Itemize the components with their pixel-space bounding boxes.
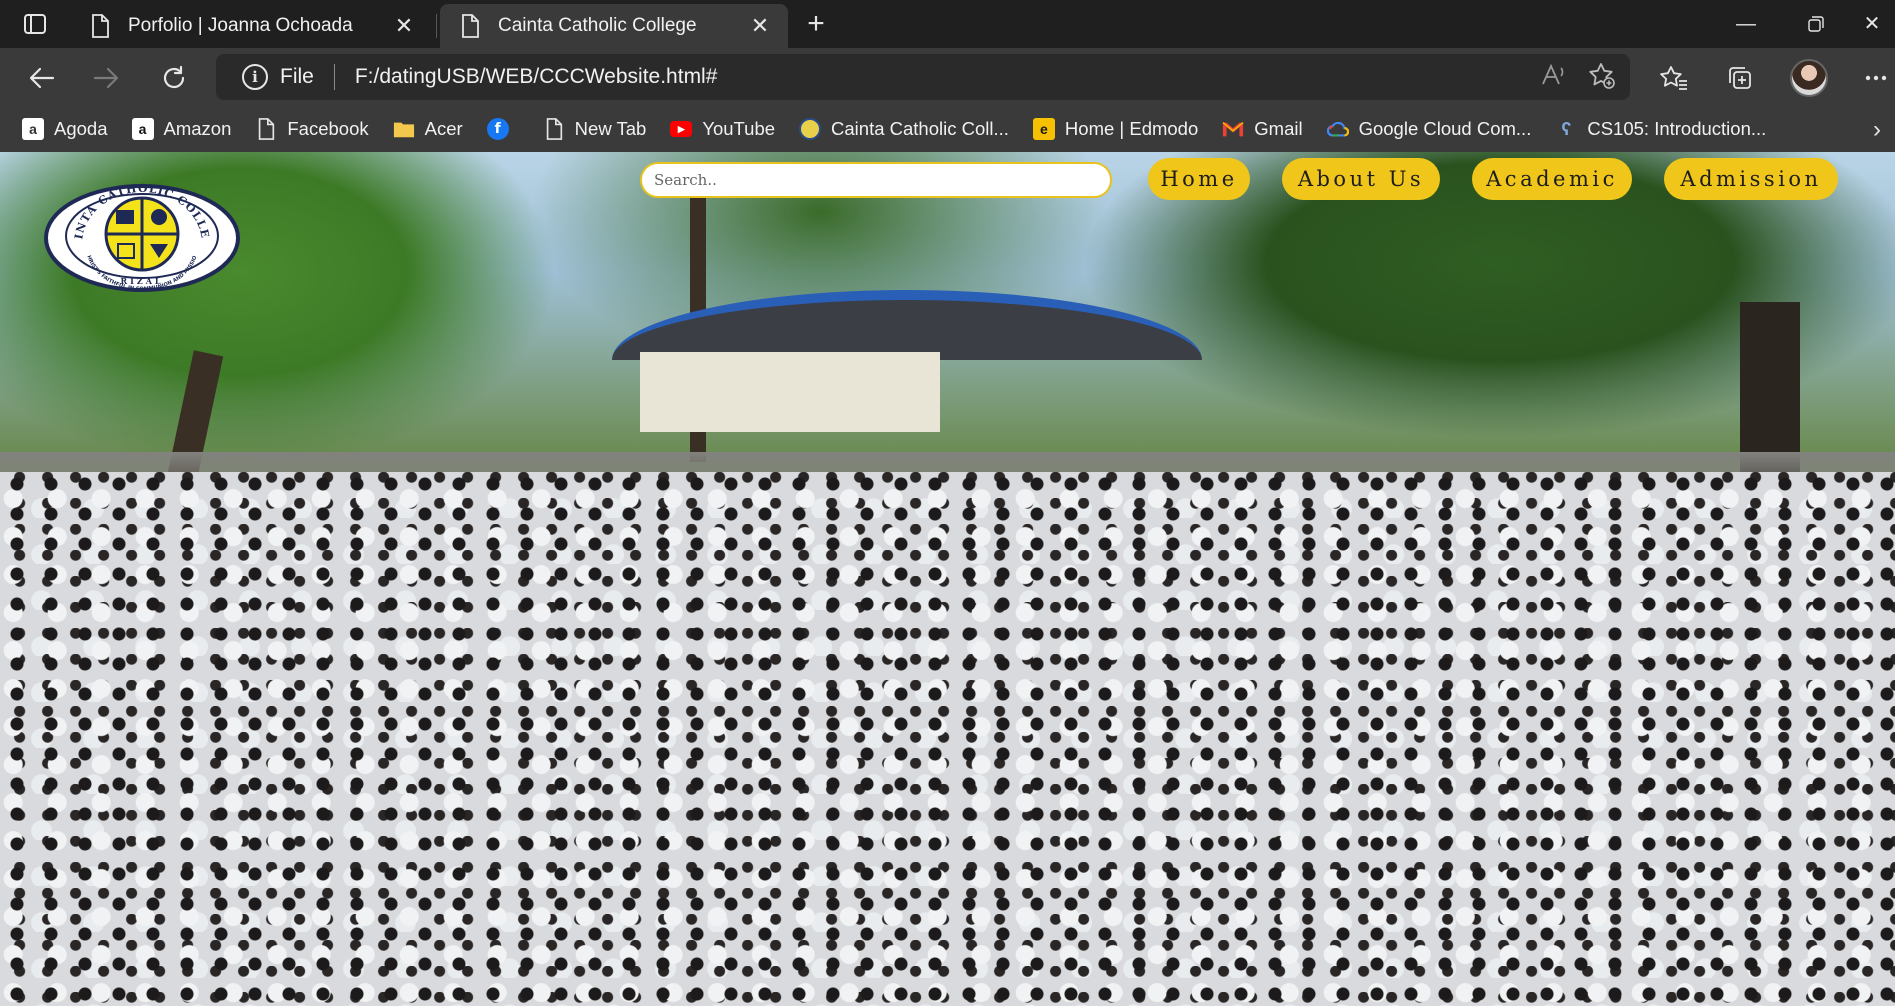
school-seal-icon — [799, 118, 822, 140]
nav-about-us-button[interactable]: About Us — [1282, 158, 1440, 200]
bookmark-amazon[interactable]: a Amazon — [131, 118, 232, 140]
bookmark-label: Amazon — [163, 118, 232, 139]
favorites-icon[interactable] — [1656, 60, 1692, 96]
nav-academic-button[interactable]: Academic — [1472, 158, 1632, 200]
profile-avatar[interactable] — [1790, 59, 1828, 97]
tab-cainta-catholic-college[interactable]: Cainta Catholic College ✕ — [440, 4, 788, 48]
bookmark-new-tab[interactable]: New Tab — [543, 118, 647, 140]
bookmark-cs105[interactable]: ʕ CS105: Introduction... — [1555, 118, 1766, 140]
search-input[interactable] — [640, 162, 1112, 198]
bookmark-cainta-catholic[interactable]: Cainta Catholic Coll... — [799, 118, 1009, 140]
bookmark-label: Home | Edmodo — [1064, 118, 1199, 139]
address-bar[interactable]: i File F:/datingUSB/WEB/CCCWebsite.html# — [216, 54, 1630, 100]
info-icon[interactable]: i — [242, 64, 268, 90]
close-icon[interactable]: ✕ — [750, 15, 770, 37]
bookmark-label: Facebook — [287, 118, 369, 139]
page-icon — [92, 14, 109, 38]
bookmark-label: YouTube — [702, 118, 776, 139]
bookmark-youtube[interactable]: ▶ YouTube — [670, 118, 775, 140]
course-icon: ʕ — [1561, 118, 1572, 139]
bookmark-label: Cainta Catholic Coll... — [831, 118, 1009, 139]
nav-home-button[interactable]: Home — [1148, 158, 1250, 200]
restore-icon[interactable] — [1796, 8, 1836, 40]
page-icon — [462, 14, 479, 38]
back-icon[interactable] — [24, 60, 60, 96]
hero-background-photo — [0, 152, 1895, 1006]
add-favorite-icon[interactable] — [1588, 62, 1616, 95]
web-page: CAINTA CATHOLIC COLLEGE RIZAL CHRIST'S F… — [0, 152, 1895, 1006]
chevron-right-icon[interactable]: › — [1873, 116, 1881, 144]
close-icon[interactable]: ✕ — [394, 15, 414, 37]
more-options-icon[interactable] — [1858, 60, 1894, 96]
bookmark-label: Acer — [424, 118, 463, 139]
stage-wall — [640, 352, 940, 432]
address-url[interactable]: F:/datingUSB/WEB/CCCWebsite.html# — [355, 65, 718, 89]
page-icon — [259, 118, 275, 140]
bookmarks-bar: a Agoda a Amazon Facebook Acer f New Tab… — [0, 106, 1895, 152]
crowd-of-students — [0, 472, 1895, 1006]
bookmark-facebook-icon-only[interactable]: f — [486, 118, 519, 140]
folder-icon — [393, 122, 414, 138]
page-icon — [546, 118, 562, 140]
tab-divider — [436, 14, 437, 38]
collections-icon[interactable] — [1722, 60, 1758, 96]
forward-icon[interactable] — [88, 60, 124, 96]
tab-title: Porfolio | Joanna Ochoada — [128, 15, 353, 36]
bookmark-label: Agoda — [54, 118, 108, 139]
tab-title: Cainta Catholic College — [498, 15, 697, 36]
tab-actions-icon[interactable] — [18, 10, 52, 38]
bookmark-google-cloud[interactable]: Google Cloud Com... — [1326, 118, 1532, 140]
bookmark-label: Google Cloud Com... — [1358, 118, 1532, 139]
minimize-icon[interactable]: — — [1726, 8, 1766, 40]
bookmark-facebook[interactable]: Facebook — [255, 118, 369, 140]
browser-toolbar: i File F:/datingUSB/WEB/CCCWebsite.html# — [0, 48, 1895, 106]
browser-tab-strip: Porfolio | Joanna Ochoada ✕ Cainta Catho… — [0, 0, 1895, 48]
bookmark-folder-acer[interactable]: Acer — [393, 118, 463, 140]
school-logo[interactable]: CAINTA CATHOLIC COLLEGE RIZAL CHRIST'S F… — [44, 172, 240, 300]
bookmark-label: CS105: Introduction... — [1587, 118, 1767, 139]
facebook-icon: f — [486, 118, 509, 140]
close-window-icon[interactable]: ✕ — [1852, 8, 1892, 40]
bookmark-label: New Tab — [574, 118, 647, 139]
youtube-icon: ▶ — [670, 121, 693, 137]
google-cloud-icon — [1326, 121, 1349, 137]
new-tab-icon[interactable]: + — [798, 6, 834, 42]
address-divider — [333, 64, 335, 90]
bookmark-label: Gmail — [1254, 118, 1303, 139]
address-scheme-label: File — [280, 65, 314, 88]
reload-icon[interactable] — [156, 60, 192, 96]
bookmark-agoda[interactable]: a Agoda — [22, 118, 108, 140]
amazon-icon: a — [131, 118, 154, 140]
bookmark-edmodo[interactable]: e Home | Edmodo — [1032, 118, 1199, 140]
tab-portfolio[interactable]: Porfolio | Joanna Ochoada ✕ — [70, 4, 432, 48]
agoda-icon: a — [22, 118, 44, 140]
gmail-icon — [1222, 122, 1244, 137]
read-aloud-icon[interactable] — [1540, 62, 1566, 95]
nav-admission-button[interactable]: Admission — [1664, 158, 1838, 200]
logo-bottom-text: RIZAL — [120, 276, 163, 286]
bookmark-gmail[interactable]: Gmail — [1222, 118, 1303, 140]
edmodo-icon: e — [1032, 118, 1055, 140]
